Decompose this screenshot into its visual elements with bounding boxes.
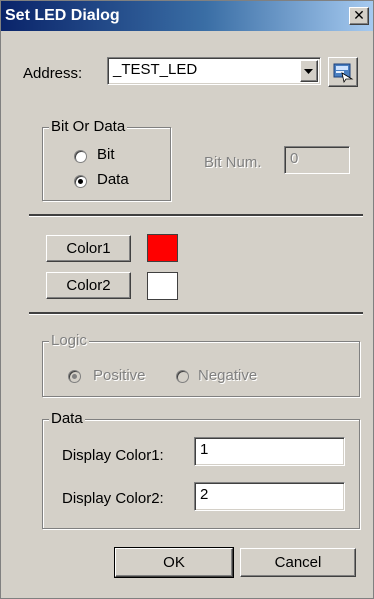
separator-bottom <box>29 312 363 315</box>
radio-selected-dot <box>72 374 77 379</box>
bit-radio-label: Bit <box>97 146 115 163</box>
display-color1-value: 1 <box>200 441 209 458</box>
ok-button[interactable]: OK <box>114 547 234 578</box>
data-legend: Data <box>49 410 85 427</box>
close-icon: ✕ <box>353 7 365 23</box>
set-led-dialog: Set LED Dialog ✕ Address: _TEST_LED Bit … <box>0 0 374 599</box>
display-color2-label: Display Color2: <box>62 490 164 507</box>
display-color1-label: Display Color1: <box>62 447 164 464</box>
chevron-down-icon <box>304 69 313 74</box>
bit-or-data-legend: Bit Or Data <box>49 118 128 135</box>
address-dropdown-button[interactable] <box>300 60 318 82</box>
data-radio[interactable] <box>74 175 87 188</box>
cancel-button[interactable]: Cancel <box>240 548 356 577</box>
data-radio-label: Data <box>97 171 129 188</box>
bit-num-field[interactable]: 0 <box>284 146 350 174</box>
negative-radio-label: Negative <box>198 367 258 384</box>
bit-radio[interactable] <box>74 150 87 163</box>
radio-selected-dot <box>78 179 83 184</box>
bit-num-label: Bit Num. <box>204 154 262 171</box>
display-color2-field[interactable]: 2 <box>194 482 345 511</box>
bit-or-data-group: Bit Or Data <box>42 118 171 201</box>
color1-button[interactable]: Color1 <box>46 235 131 262</box>
negative-radio[interactable] <box>176 370 189 383</box>
color1-button-label: Color1 <box>66 240 111 257</box>
logic-legend: Logic <box>49 332 89 349</box>
close-button[interactable]: ✕ <box>349 7 369 25</box>
positive-radio-label: Positive <box>93 367 146 384</box>
ok-button-label: OK <box>163 554 185 571</box>
cancel-button-label: Cancel <box>274 554 322 571</box>
dialog-title: Set LED Dialog <box>5 7 120 24</box>
title-bar[interactable]: Set LED Dialog ✕ <box>1 1 373 31</box>
display-color2-value: 2 <box>200 486 209 503</box>
bit-num-value: 0 <box>290 150 299 167</box>
tag-browse-icon <box>333 63 354 83</box>
address-label: Address: <box>23 65 83 82</box>
color1-swatch[interactable] <box>147 234 178 262</box>
color2-button-label: Color2 <box>66 277 111 294</box>
positive-radio[interactable] <box>68 370 81 383</box>
color2-swatch[interactable] <box>147 272 178 300</box>
address-value: _TEST_LED <box>113 61 198 78</box>
display-color1-field[interactable]: 1 <box>194 437 345 466</box>
data-group: Data <box>42 410 360 529</box>
separator-top <box>29 214 363 217</box>
color2-button[interactable]: Color2 <box>46 272 131 299</box>
address-combobox[interactable]: _TEST_LED <box>107 57 321 85</box>
browse-tag-button[interactable] <box>328 57 358 87</box>
